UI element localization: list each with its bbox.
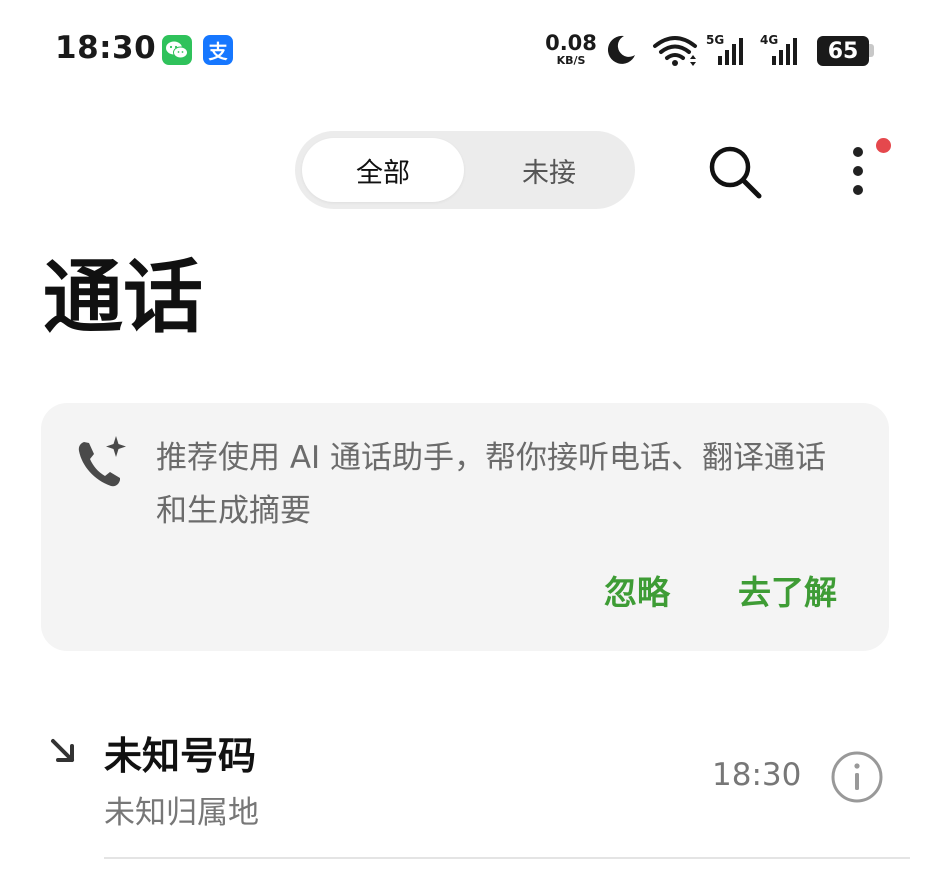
tab-missed[interactable]: 未接 [468,138,630,202]
learn-more-button[interactable]: 去了解 [738,566,837,614]
caller-location: 未知归属地 [104,795,259,831]
row-divider [104,857,910,859]
incoming-call-icon [51,739,74,762]
battery-tip [869,44,874,57]
info-icon[interactable] [830,750,884,804]
network-speed-value: 0.08 [545,31,597,55]
ignore-button[interactable]: 忽略 [604,566,670,614]
page-title: 通话 [43,251,203,344]
wechat-icon [162,35,192,65]
more-options-icon[interactable] [846,143,872,199]
status-time: 18:30 [55,30,157,66]
alipay-icon: 支 [203,35,233,65]
network-speed: 0.08 KB/S [545,31,597,67]
battery-icon: 65 [817,36,869,66]
notification-dot [876,138,891,153]
signal-5g-icon: 5G [706,33,750,68]
network-speed-unit: KB/S [556,54,586,67]
wifi-icon [653,36,697,66]
tab-all[interactable]: 全部 [302,138,464,202]
ai-card-message: 推荐使用 AI 通话助手，帮你接听电话、翻译通话和生成摘要 [156,440,827,529]
signal-4g-icon: 4G [760,33,804,68]
ai-call-assistant-icon [78,436,126,487]
call-time: 18:30 [712,757,802,793]
caller-name[interactable]: 未知号码 [104,725,256,780]
search-icon[interactable] [704,143,764,203]
moon-icon [607,35,635,64]
